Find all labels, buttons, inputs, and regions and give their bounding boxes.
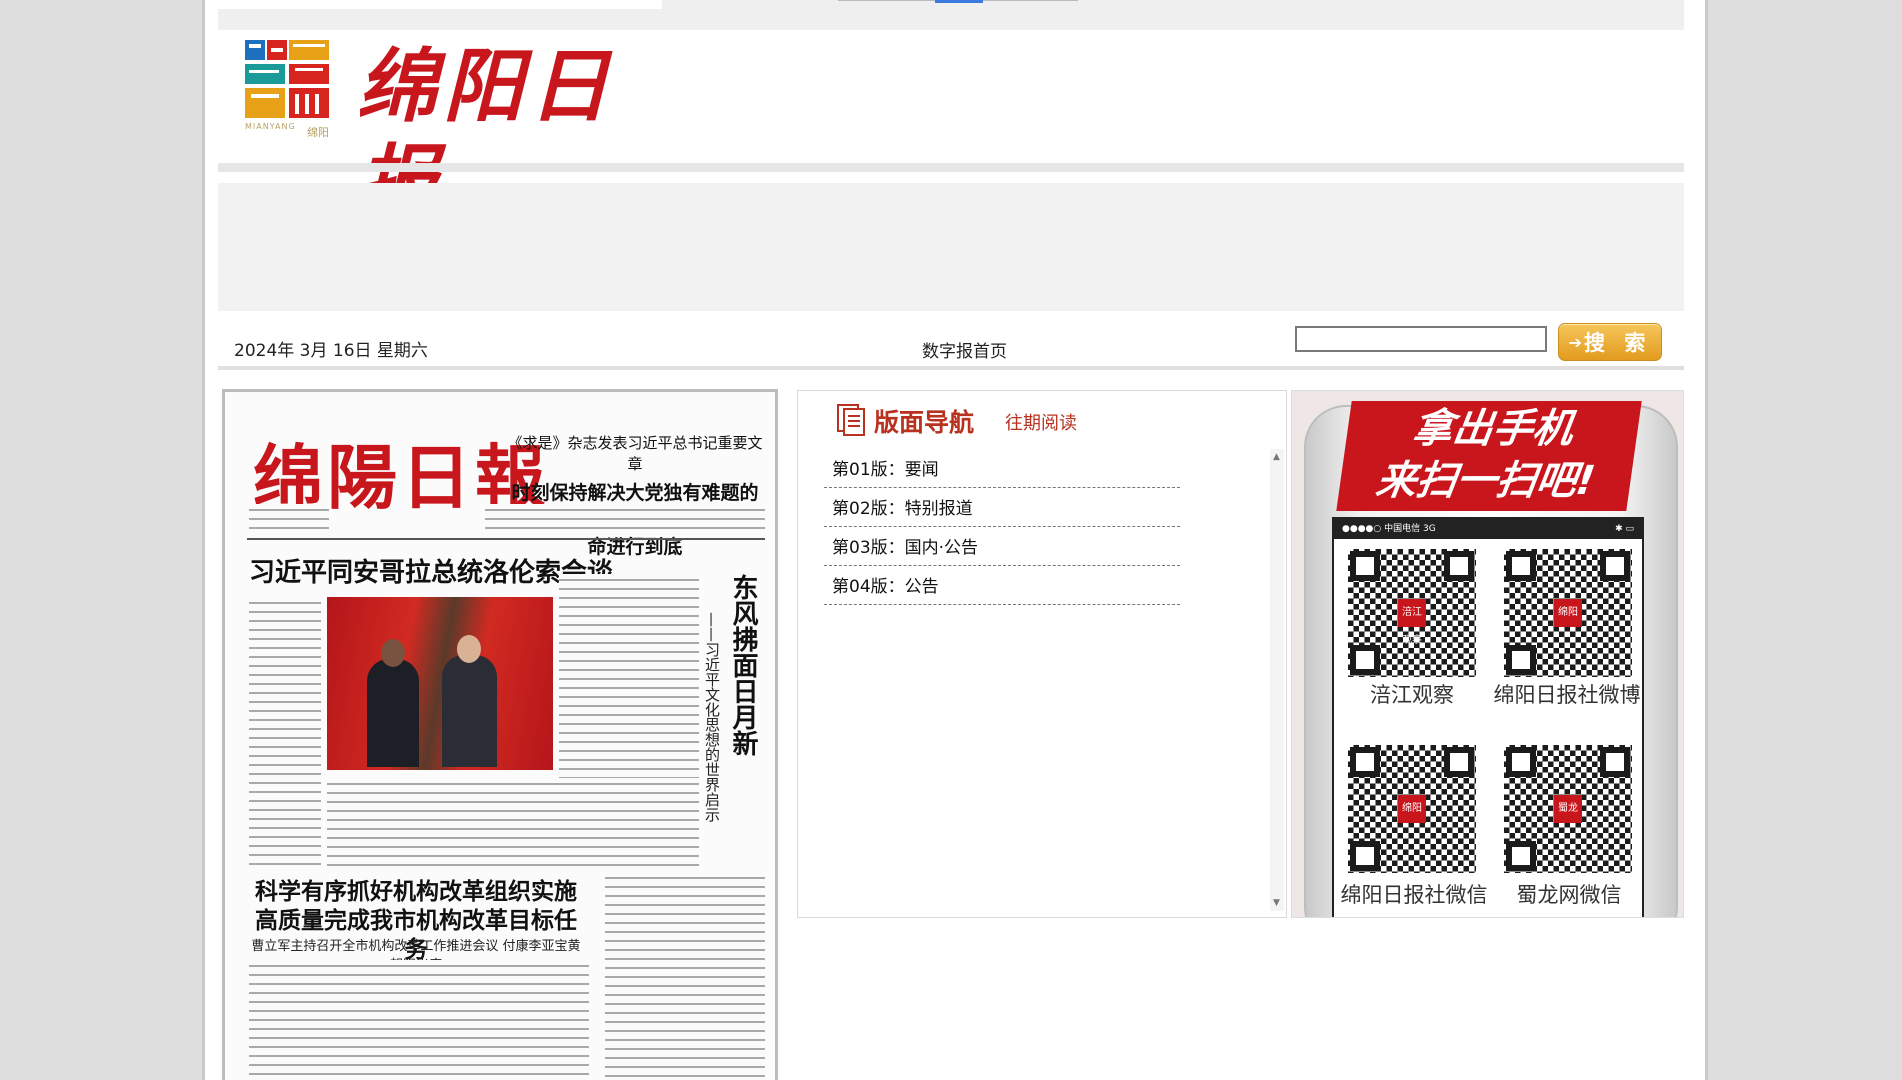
toolbar-divider <box>218 366 1684 370</box>
top-indicator <box>935 0 983 3</box>
page-link-01[interactable]: 第01版：要闻 <box>824 449 1180 488</box>
search-button-label: 搜 索 <box>1584 331 1652 355</box>
search-button[interactable]: ➔ 搜 索 <box>1558 323 1662 361</box>
header-divider <box>218 163 1684 172</box>
phone-status-bar: ●●●●○ 中国电信 3G ✱ ▭ <box>1334 519 1642 539</box>
qr-label-shulong: 蜀龙网微信 <box>1516 883 1622 907</box>
qr-code-fujiang[interactable]: 涪江观察 <box>1344 545 1480 681</box>
nav-title: 版面导航 <box>874 408 975 437</box>
site-logo[interactable]: MIANYANG 绵阳 绵阳日报 <box>245 38 645 229</box>
scroll-up-icon[interactable]: ▲ <box>1273 452 1280 462</box>
search-input[interactable] <box>1295 326 1547 352</box>
phone-screen: ●●●●○ 中国电信 3G ✱ ▭ 涪江观察 涪江观察 绵阳 绵阳日报社微博 绵… <box>1332 517 1644 917</box>
home-link[interactable]: 数字报首页 <box>922 337 1007 362</box>
scroll-down-icon[interactable]: ▼ <box>1273 898 1280 908</box>
page-navigation-panel: 版面导航 往期阅读 第01版：要闻 第02版：特别报道 第03版：国内·公告 第… <box>797 390 1287 918</box>
qr-code-wechat[interactable]: 绵阳 <box>1344 741 1480 877</box>
paper-vertical-subtitle: ——习近平文化思想的世界启示 <box>703 612 721 822</box>
page-list: 第01版：要闻 第02版：特别报道 第03版：国内·公告 第04版：公告 <box>824 449 1180 605</box>
banner-area <box>218 183 1684 311</box>
qr-promo-panel: 拿出手机 来扫一扫吧! ●●●●○ 中国电信 3G ✱ ▭ 涪江观察 涪江观察 … <box>1291 390 1684 918</box>
qr-code-shulong[interactable]: 蜀龙 <box>1500 741 1636 877</box>
page-link-03[interactable]: 第03版：国内·公告 <box>824 527 1180 566</box>
logo-sub-text: MIANYANG <box>245 122 296 131</box>
paper-vertical-headline: 东风拂面日月新 <box>728 574 758 756</box>
qr-label-wechat: 绵阳日报社微信 <box>1340 883 1488 907</box>
qr-label-weibo: 绵阳日报社微博 <box>1493 683 1641 707</box>
arrow-icon: ➔ <box>1568 332 1583 352</box>
qr-label-fujiang: 涪江观察 <box>1370 683 1454 707</box>
page-link-02[interactable]: 第02版：特别报道 <box>824 488 1180 527</box>
nav-scrollbar[interactable]: ▲ ▼ <box>1270 449 1284 911</box>
qr-code-weibo[interactable]: 绵阳 <box>1500 545 1636 681</box>
promo-slogan: 拿出手机 来扫一扫吧! <box>1336 401 1642 511</box>
page-link-04[interactable]: 第04版：公告 <box>824 566 1180 605</box>
newspaper-page-preview[interactable]: 绵陽日報 《求是》杂志发表习近平总书记重要文章 时刻保持解决大党独有难题的清醒和… <box>222 389 778 1080</box>
current-date: 2024年 3月 16日 星期六 <box>234 341 428 361</box>
past-issues-link[interactable]: 往期阅读 <box>1005 409 1077 435</box>
top-strip <box>218 0 1684 30</box>
document-stack-icon <box>837 404 865 436</box>
toolbar: 2024年 3月 16日 星期六 数字报首页 ➔ 搜 索 <box>218 318 1684 366</box>
paper-photo <box>327 597 553 770</box>
logo-sub-cn: 绵阳 <box>307 126 329 139</box>
